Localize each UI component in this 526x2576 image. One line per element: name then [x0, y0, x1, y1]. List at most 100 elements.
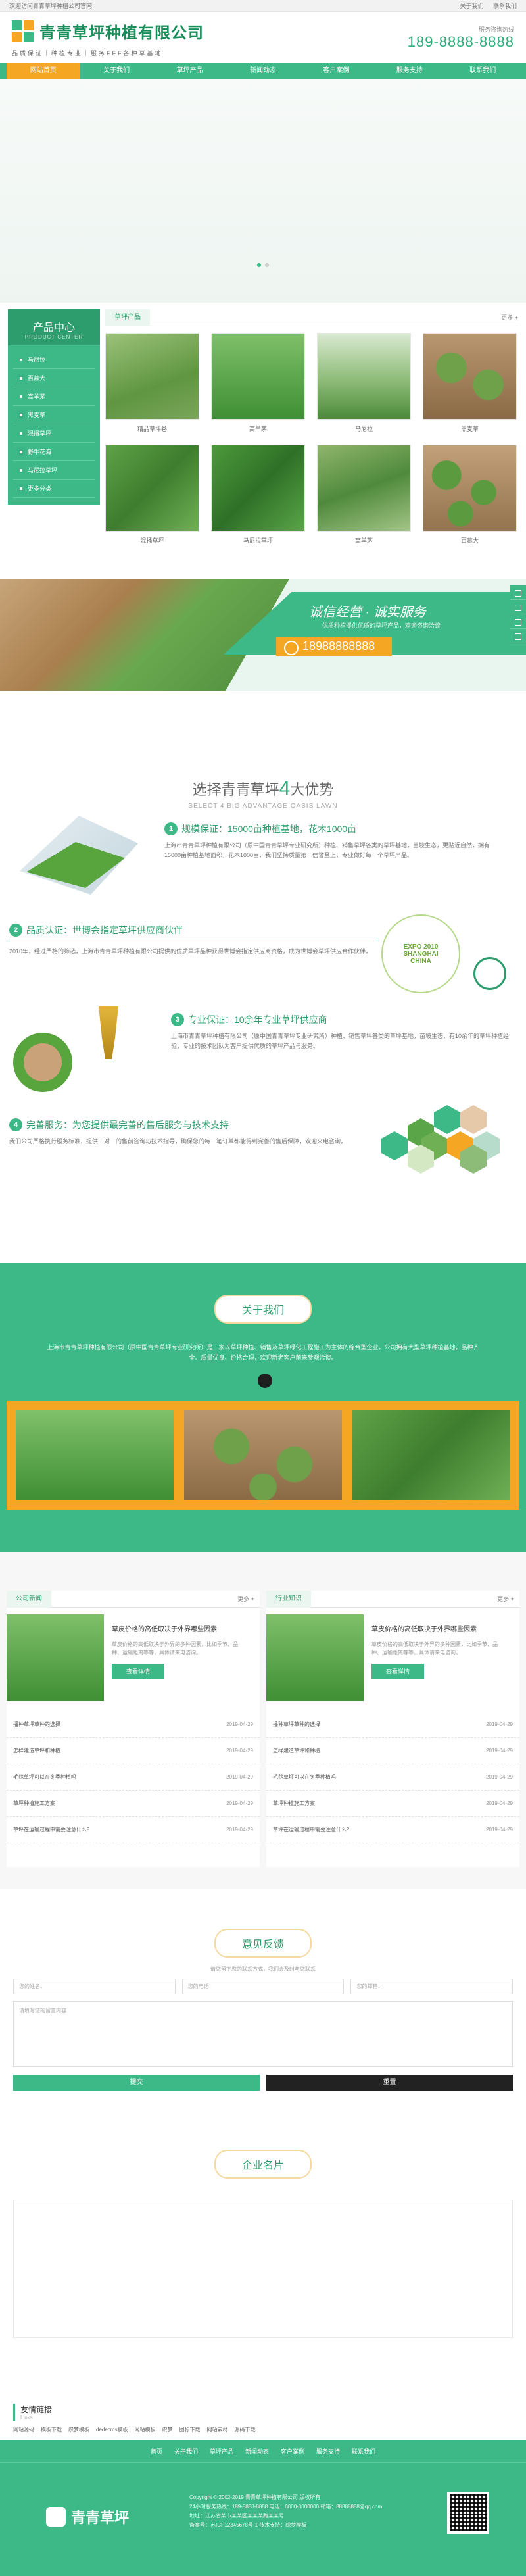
nav-home[interactable]: 网站首页 — [7, 63, 80, 79]
adv-3-photo — [13, 1006, 138, 1099]
promo-phone[interactable]: 18988888888 — [276, 637, 393, 656]
list-item[interactable]: 草坪在运输过程中需要注意什么？ 2019-04-29 — [266, 1817, 519, 1843]
friend-links-subtitle: Links — [20, 2415, 33, 2421]
news-title: 草坪种植施工方案 — [273, 1800, 315, 1806]
nav-contact[interactable]: 联系我们 — [446, 63, 519, 79]
featured-title[interactable]: 草皮价格的高低取决于外界哪些因素 — [112, 1623, 243, 1633]
promo-title: 诚信经营 · 诚实服务 — [309, 605, 426, 620]
logo-icon — [12, 20, 34, 43]
copyright: Copyright © 2002-2019 青青草坪种植有限公司 版权所有 — [189, 2494, 321, 2500]
about-gallery — [7, 1401, 519, 1510]
footer-nav-item[interactable]: 首页 — [151, 2447, 162, 2456]
list-item[interactable]: 毛毯草坪可以在冬季种植吗 2019-04-29 — [7, 1764, 260, 1791]
iso-badge-icon — [473, 957, 506, 990]
news-date: 2019-04-29 — [486, 1827, 513, 1833]
footer-nav-item[interactable]: 客户案例 — [281, 2447, 304, 2456]
footer-nav-item[interactable]: 服务支持 — [316, 2447, 340, 2456]
footer-nav-item[interactable]: 草坪产品 — [210, 2447, 233, 2456]
industry-news-header: 行业知识 更多 + — [266, 1590, 519, 1608]
company-news-featured: 草皮价格的高低取决于外界哪些因素 草皮价格的高低取决于外界的多种因素，比如季节、… — [7, 1614, 260, 1701]
news-date: 2019-04-29 — [226, 1827, 253, 1833]
news-title: 草坪在运输过程中需要注意什么？ — [13, 1827, 92, 1833]
friend-link[interactable]: 网站模板 — [134, 2426, 155, 2433]
submit-button[interactable]: 提交 — [13, 2075, 260, 2091]
friend-link[interactable]: 织梦模板 — [68, 2426, 89, 2433]
float-chat-icon[interactable] — [510, 600, 526, 614]
adv-heading-1: 规模保证：15000亩种植基地，花木1000亩 — [181, 824, 357, 834]
friend-link[interactable]: dedecms模板 — [96, 2426, 128, 2433]
friend-link[interactable]: 图标下载 — [179, 2426, 200, 2433]
banner-dot-1[interactable] — [257, 263, 261, 267]
friend-link[interactable]: 织梦 — [162, 2426, 172, 2433]
news-date: 2019-04-29 — [486, 1774, 513, 1780]
company-news-more[interactable]: 更多 + — [237, 1595, 254, 1603]
top-link-contact[interactable]: 联系我们 — [493, 3, 517, 9]
friend-link[interactable]: 网站素材 — [206, 2426, 227, 2433]
hero-banner — [0, 79, 526, 303]
adv-title-prefix: 选择青青草坪 — [192, 781, 279, 798]
featured-detail-button[interactable]: 查看详情 — [371, 1664, 425, 1679]
list-item[interactable]: 怎样建造草坪和种植 2019-04-29 — [266, 1738, 519, 1764]
news-image[interactable] — [7, 1614, 104, 1701]
list-item[interactable]: 播种草坪草种的选择 2019-04-29 — [7, 1712, 260, 1738]
featured-detail-button[interactable]: 查看详情 — [112, 1664, 165, 1679]
adv-item-3: 3 专业保证：10余年专业草坪供应商 上海市青青草坪种植有限公司（原中国青青草坪专… — [171, 1013, 513, 1051]
expo-badge: EXPO 2010 SHANGHAI CHINA — [381, 914, 460, 993]
news-image[interactable] — [266, 1614, 364, 1701]
header: 青青草坪种植有限公司 品质保证｜种植专业｜服务FFF各种草基地 服务咨询热线 1… — [0, 12, 526, 63]
footer-icp: 备案号：苏ICP12345678号-1 技术支持：织梦模板 — [189, 2522, 307, 2528]
phone-field[interactable]: 您的电话： — [181, 1979, 345, 1994]
friend-link[interactable]: 源码下载 — [234, 2426, 255, 2433]
company-news: 公司新闻 更多 + 草皮价格的高低取决于外界哪些因素 草皮价格的高低取决于外界的… — [7, 1590, 260, 1867]
featured-desc: 草皮价格的高低取决于外界的多种因素，比如季节、品种、运输距离等等，具体请来电咨询… — [112, 1641, 238, 1656]
industry-news-more[interactable]: 更多 + — [497, 1595, 514, 1603]
footer-nav-item[interactable]: 联系我们 — [352, 2447, 375, 2456]
top-link-about[interactable]: 关于我们 — [460, 3, 483, 9]
reset-button[interactable]: 重置 — [266, 2075, 513, 2091]
floating-toolbar — [510, 585, 526, 643]
nav-about[interactable]: 关于我们 — [80, 63, 153, 79]
logo[interactable]: 青青草坪种植有限公司 — [12, 20, 204, 43]
gallery-image[interactable] — [16, 1410, 174, 1500]
gallery-image[interactable] — [352, 1410, 510, 1500]
list-item[interactable]: 草坪在运输过程中需要注意什么？ 2019-04-29 — [7, 1817, 260, 1843]
nav-cases[interactable]: 客户案例 — [300, 63, 373, 79]
nav-news[interactable]: 新闻动态 — [226, 63, 299, 79]
gallery-image[interactable] — [184, 1410, 342, 1500]
news-date: 2019-04-29 — [486, 1748, 513, 1754]
float-top-icon[interactable] — [510, 629, 526, 643]
email-field[interactable]: 您的邮箱： — [350, 1979, 514, 1994]
feedback-note: 请您留下您的联系方式，我们会及时与您联系 — [210, 1966, 316, 1972]
banner-dot-2[interactable] — [265, 263, 269, 267]
list-item[interactable]: 草坪种植施工方案 2019-04-29 — [266, 1791, 519, 1817]
list-item[interactable]: 毛毯草坪可以在冬季种植吗 2019-04-29 — [266, 1764, 519, 1791]
friend-link[interactable]: 模板下载 — [41, 2426, 62, 2433]
news-title: 播种草坪草种的选择 — [13, 1721, 60, 1727]
list-item[interactable]: 播种草坪草种的选择 2019-04-29 — [266, 1712, 519, 1738]
nav-service[interactable]: 服务支持 — [373, 63, 446, 79]
footer-nav-item[interactable]: 关于我们 — [174, 2447, 198, 2456]
adv-item-1: 1 规模保证：15000亩种植基地，花木1000亩 上海市青青草坪种植有限公司（原… — [164, 822, 506, 860]
name-field[interactable]: 您的姓名： — [13, 1979, 176, 1994]
company-news-tab[interactable]: 公司新闻 — [7, 1590, 51, 1608]
adv-num-1: 1 — [164, 822, 178, 835]
list-item[interactable]: 草坪种植施工方案 2019-04-29 — [7, 1791, 260, 1817]
about-more-button[interactable] — [258, 1374, 272, 1388]
adv-item-2: 2 品质认证：世博会指定草坪供应商伙伴 2010年，经过严格的筛选，上海市青青草坪… — [9, 924, 377, 956]
nav-products[interactable]: 草坪产品 — [153, 63, 226, 79]
friend-link[interactable]: 网站源码 — [13, 2426, 34, 2433]
news-date: 2019-04-29 — [226, 1774, 253, 1780]
news-title: 毛毯草坪可以在冬季种植吗 — [273, 1774, 336, 1780]
footer-contact: 24小时服务热线：189-8888-8888 电话：0000-0000000 邮… — [189, 2504, 383, 2510]
message-field[interactable]: 请填写您的留言内容 — [13, 2001, 513, 2067]
footer-nav-item[interactable]: 新闻动态 — [245, 2447, 269, 2456]
footer-logo[interactable]: 青青草坪 — [46, 2506, 129, 2527]
industry-news-tab[interactable]: 行业知识 — [266, 1590, 311, 1608]
featured-title[interactable]: 草皮价格的高低取决于外界哪些因素 — [371, 1623, 503, 1633]
float-phone-icon[interactable] — [510, 585, 526, 600]
list-item[interactable]: 怎样建造草坪和种植 2019-04-29 — [7, 1738, 260, 1764]
news-date: 2019-04-29 — [226, 1800, 253, 1806]
friend-links-header: 友情链接 Links — [13, 2404, 52, 2421]
about-title: 关于我们 — [214, 1295, 312, 1324]
float-qr-icon[interactable] — [510, 614, 526, 629]
